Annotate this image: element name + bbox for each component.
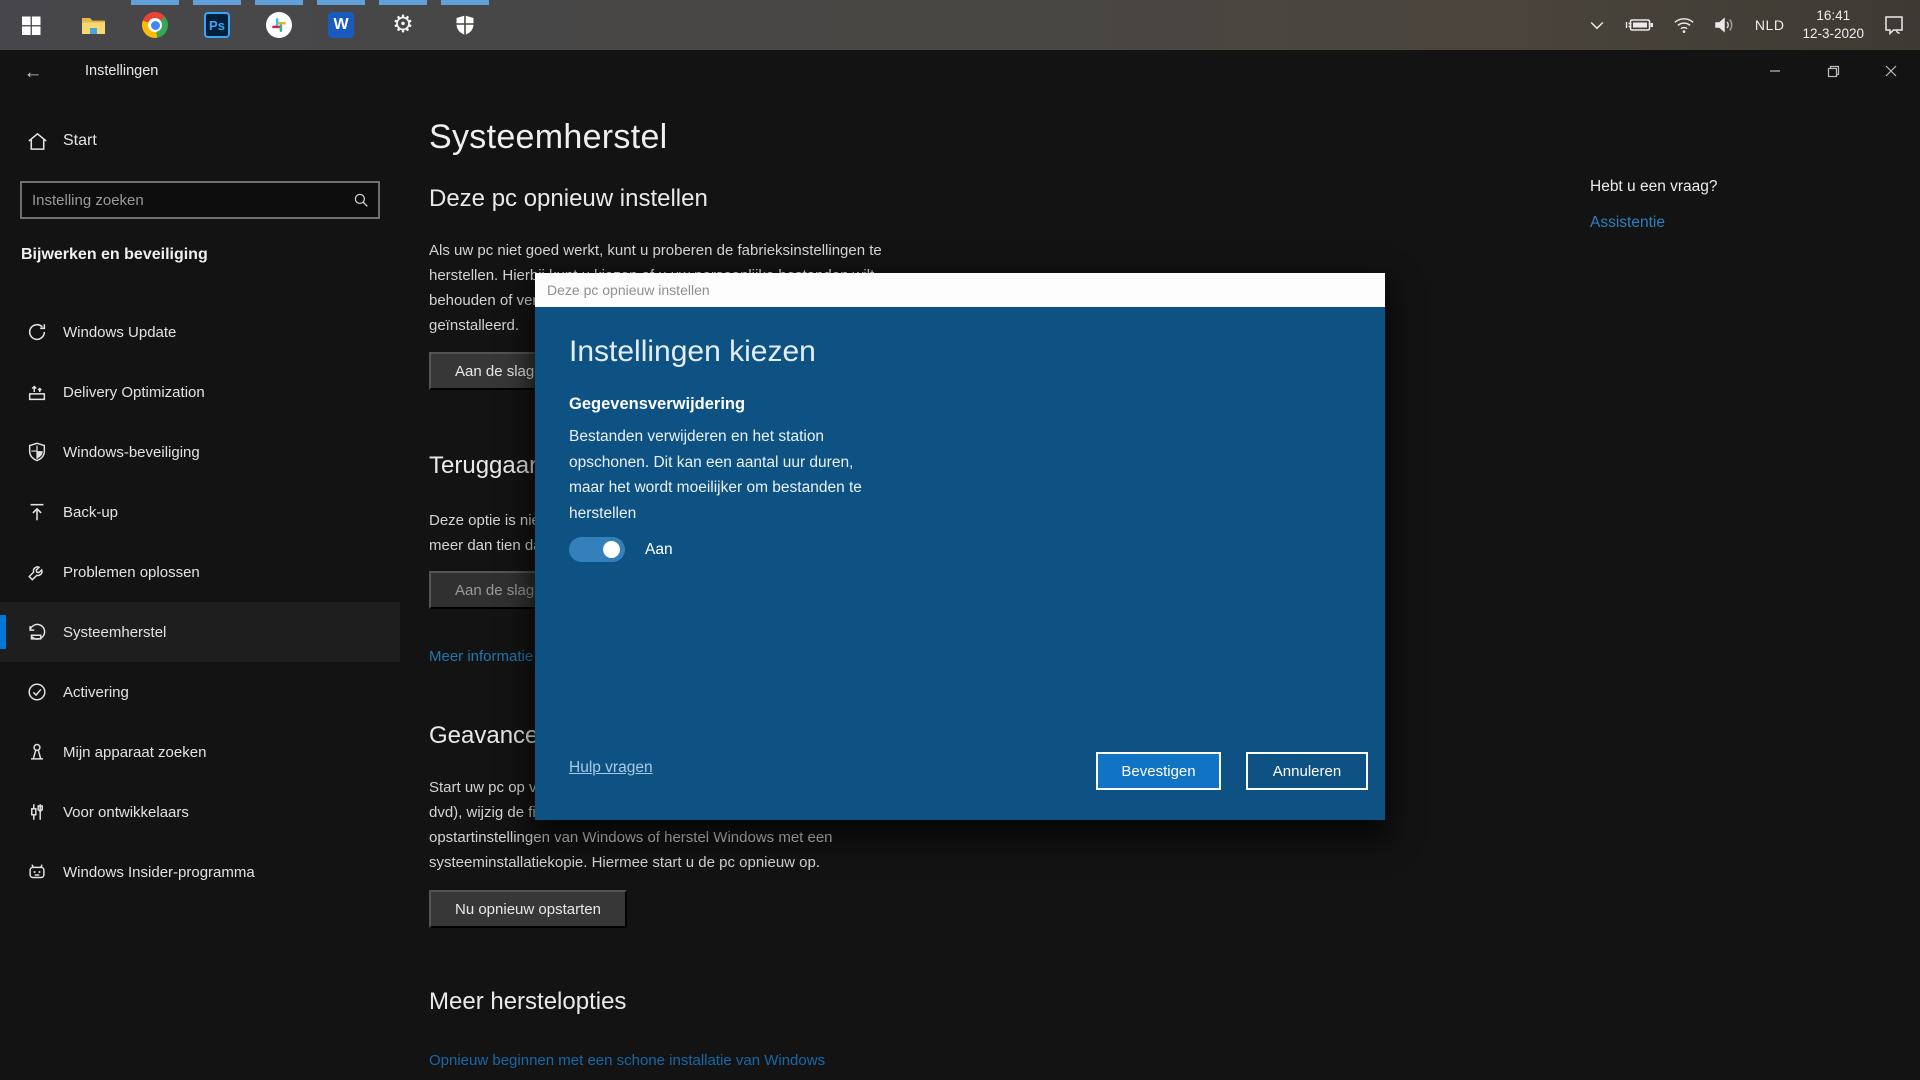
dialog-titlebar[interactable]: Deze pc opnieuw instellen [535,273,1385,307]
taskbar: Ps W ⚙ [0,0,1920,50]
window-title: Instellingen [85,63,158,79]
slack-icon [266,12,292,38]
get-help-link[interactable]: Hulp vragen [569,759,653,777]
taskbar-defender[interactable] [434,0,496,50]
sidebar-item-label: Problemen oplossen [63,564,200,581]
volume-icon[interactable] [1713,15,1737,35]
settings-sidebar: Start Bijwerken en beveiliging Windows U… [0,96,400,1080]
delivery-optimization-icon [25,380,49,404]
page-title: Systeemherstel [429,118,668,157]
windows-start-icon [18,12,45,39]
tray-chevron-icon[interactable] [1587,15,1607,35]
dialog-title: Deze pc opnieuw instellen [547,282,710,298]
sidebar-item-label: Systeemherstel [63,624,166,641]
data-removal-title: Gegevensverwijdering [569,395,745,414]
toggle-knob [603,541,620,558]
sidebar-item-windows-update[interactable]: Windows Update [0,302,400,362]
sidebar-section-title: Bijwerken en beveiliging [21,246,208,264]
tray-language[interactable]: NLD [1755,17,1785,33]
taskbar-file-explorer[interactable] [62,0,124,50]
sidebar-item-delivery-optimization[interactable]: Delivery Optimization [0,362,400,422]
more-information-link[interactable]: Meer informatie [429,648,533,665]
sidebar-item-label: Voor ontwikkelaars [63,804,189,821]
taskbar-settings[interactable]: ⚙ [372,0,434,50]
windows-update-icon [25,320,49,344]
developer-tools-icon [25,800,49,824]
sidebar-item-label: Mijn apparaat zoeken [63,744,206,761]
sidebar-item-label: Back-up [63,504,118,521]
backup-icon [25,500,49,524]
reset-heading: Deze pc opnieuw instellen [429,185,708,213]
minimize-button[interactable] [1746,50,1804,92]
data-removal-description: Bestanden verwijderen en het station ops… [569,424,889,526]
sidebar-item-mijn-apparaat-zoeken[interactable]: Mijn apparaat zoeken [0,722,400,782]
running-indicator [131,0,179,5]
gear-icon: ⚙ [392,13,414,37]
running-indicator [193,0,241,5]
insider-icon [25,860,49,884]
taskbar-photoshop[interactable]: Ps [186,0,248,50]
more-recovery-options-heading: Meer herstelopties [429,988,626,1016]
file-explorer-icon [80,12,107,39]
sidebar-item-label: Windows Insider-programma [63,864,255,881]
running-indicator [441,0,489,5]
taskbar-chrome[interactable] [124,0,186,50]
battery-charging-icon[interactable] [1625,15,1655,35]
sidebar-item-backup[interactable]: Back-up [0,482,400,542]
taskbar-slack[interactable] [248,0,310,50]
photoshop-icon: Ps [204,12,230,38]
sidebar-item-start[interactable]: Start [0,116,400,166]
settings-window-titlebar: ← Instellingen [0,50,1920,96]
search-icon[interactable] [344,191,378,209]
sidebar-item-voor-ontwikkelaars[interactable]: Voor ontwikkelaars [0,782,400,842]
tray-date: 12-3-2020 [1802,25,1864,43]
find-device-pin-icon [25,740,49,764]
action-center-icon[interactable] [1882,13,1906,37]
toggle-state-label: Aan [645,541,673,559]
sidebar-item-label: Windows-beveiliging [63,444,200,461]
clean-install-link[interactable]: Opnieuw beginnen met een schone installa… [429,1052,825,1069]
reset-pc-dialog: Deze pc opnieuw instellen Instellingen k… [535,273,1385,820]
sidebar-item-activering[interactable]: Activering [0,662,400,722]
close-button[interactable] [1862,50,1920,92]
home-icon [25,129,49,153]
data-removal-toggle[interactable] [569,537,625,562]
dialog-body: Instellingen kiezen Gegevensverwijdering… [535,307,1385,820]
sidebar-item-label: Windows Update [63,324,176,341]
recovery-icon [25,620,49,644]
sidebar-item-systeemherstel[interactable]: Systeemherstel [0,602,400,662]
activation-check-icon [25,680,49,704]
shield-icon [452,12,479,39]
maximize-button[interactable] [1804,50,1862,92]
sidebar-item-label: Delivery Optimization [63,384,205,401]
wrench-icon [25,560,49,584]
taskbar-word[interactable]: W [310,0,372,50]
chrome-icon [142,12,168,38]
sidebar-start-label: Start [63,132,97,150]
back-button[interactable]: ← [16,58,50,88]
running-indicator [255,0,303,5]
confirm-button[interactable]: Bevestigen [1096,752,1221,790]
settings-search[interactable] [20,181,380,219]
cancel-button[interactable]: Annuleren [1246,752,1368,790]
data-removal-toggle-row: Aan [569,537,673,562]
tray-clock[interactable]: 16:41 12-3-2020 [1802,7,1864,43]
sidebar-item-windows-insider[interactable]: Windows Insider-programma [0,842,400,902]
sidebar-item-label: Activering [63,684,129,701]
search-input[interactable] [22,192,344,209]
wifi-icon[interactable] [1673,15,1695,35]
tray-time: 16:41 [1802,7,1864,25]
start-button[interactable] [0,0,62,50]
restart-now-button[interactable]: Nu opnieuw opstarten [429,890,627,928]
system-tray: NLD 16:41 12-3-2020 [1587,7,1920,43]
security-shield-icon [25,440,49,464]
running-indicator [379,0,427,5]
sidebar-item-windows-beveiliging[interactable]: Windows-beveiliging [0,422,400,482]
sidebar-nav: Windows Update Delivery Optimization Win… [0,302,400,902]
word-icon: W [328,12,354,38]
sidebar-item-problemen-oplossen[interactable]: Problemen oplossen [0,542,400,602]
running-indicator [317,0,365,5]
dialog-heading: Instellingen kiezen [569,335,816,369]
